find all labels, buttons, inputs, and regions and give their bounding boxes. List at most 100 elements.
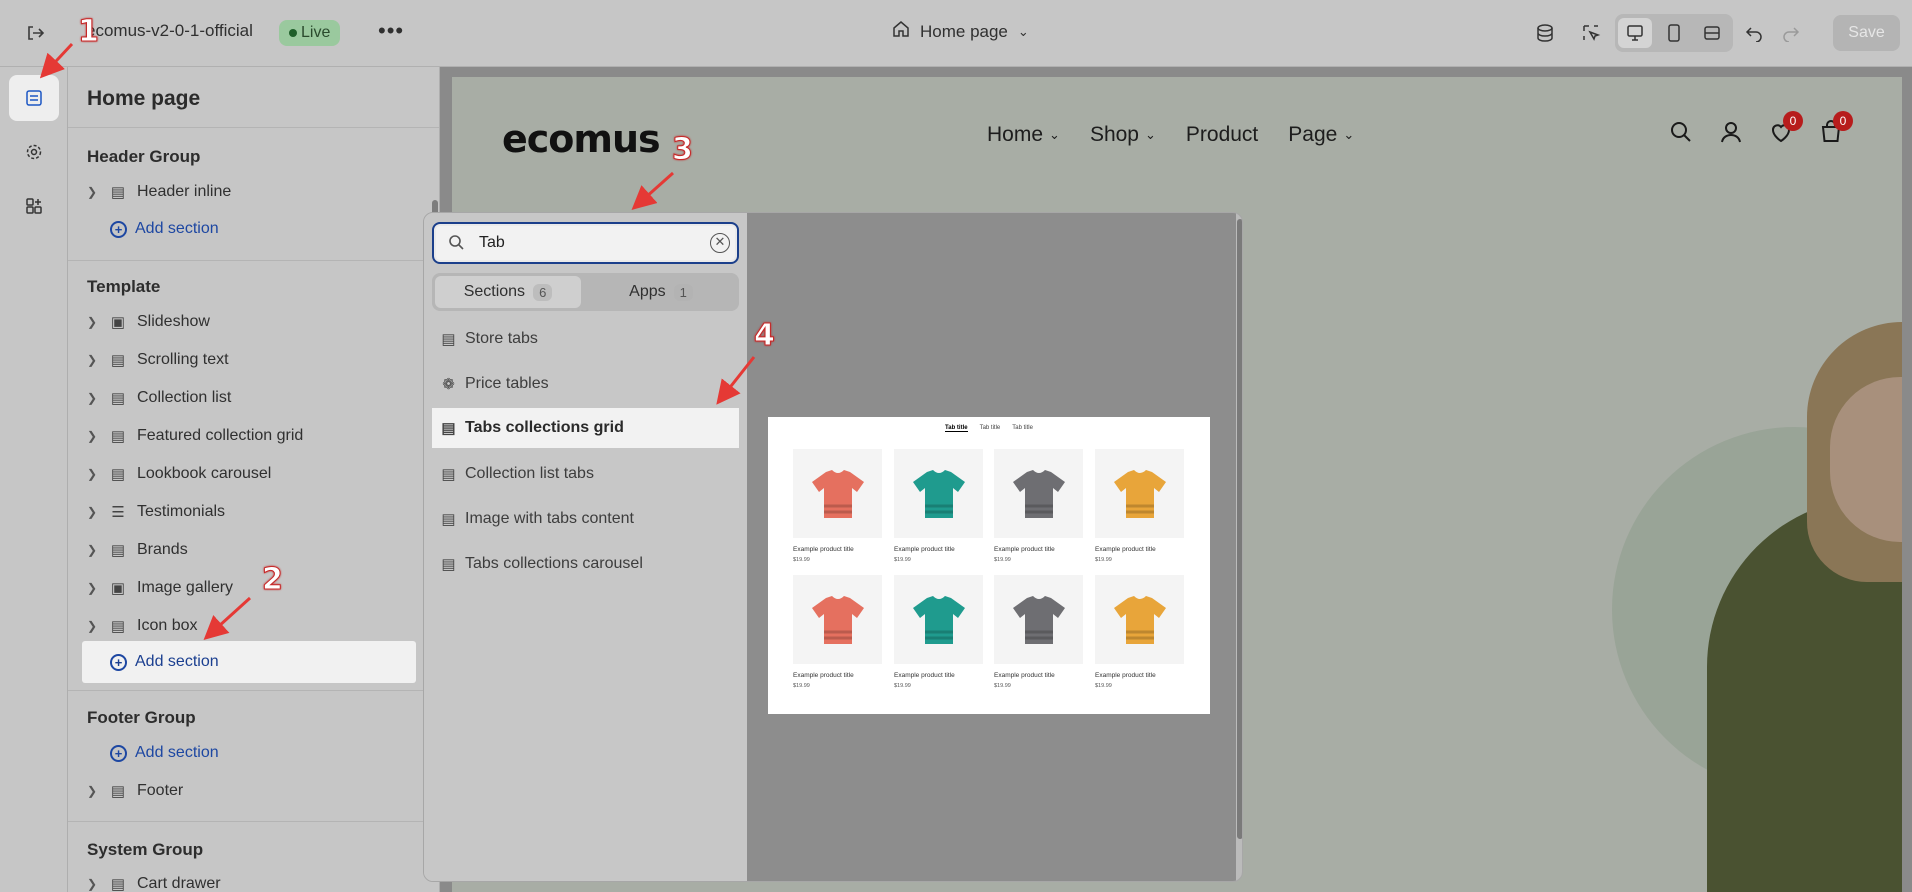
- nav-label: Product: [1185, 123, 1259, 146]
- undo-icon[interactable]: [1741, 20, 1767, 46]
- tshirt-icon: [811, 595, 864, 644]
- sidebar-item-image-gallery[interactable]: ❯ ▣ Image gallery: [87, 571, 233, 605]
- tab-sections[interactable]: Sections 6: [435, 276, 581, 308]
- chevron-right-icon[interactable]: ❯: [87, 185, 105, 199]
- desktop-view-icon[interactable]: [1618, 18, 1652, 48]
- sidebar-item-collection-list[interactable]: ❯ ▤ Collection list: [87, 381, 231, 415]
- sidebar-item-brands[interactable]: ❯ ▤ Brands: [87, 533, 188, 567]
- chevron-right-icon[interactable]: ❯: [87, 353, 105, 367]
- add-section-template-button[interactable]: + Add section: [82, 641, 416, 683]
- chevron-right-icon[interactable]: ❯: [87, 877, 105, 891]
- picker-list-pane: ✕ Sections 6 Apps 1 ▤ Store tabs ❁ Price…: [424, 213, 747, 881]
- nav-item-product[interactable]: Product: [1186, 123, 1258, 147]
- sidebar-item-label: Cart drawer: [137, 875, 221, 892]
- section-search-field[interactable]: ✕: [432, 222, 739, 264]
- sidebar-item-slideshow[interactable]: ❯ ▣ Slideshow: [87, 305, 210, 339]
- product-image: [1095, 449, 1184, 538]
- preview-product-card: Example product title $19.99: [793, 575, 882, 689]
- sidebar-item-header-inline[interactable]: ❯ ▤ Header inline: [87, 175, 231, 209]
- chevron-right-icon[interactable]: ❯: [87, 619, 105, 633]
- store-logo[interactable]: ecomus: [502, 117, 661, 161]
- preview-product-card: Example product title $19.99: [994, 449, 1083, 563]
- chevron-right-icon[interactable]: ❯: [87, 467, 105, 481]
- product-title: Example product title: [994, 672, 1055, 679]
- product-price: $19.99: [1095, 557, 1112, 563]
- product-price: $19.99: [994, 557, 1011, 563]
- product-image: [1095, 575, 1184, 664]
- full-width-view-icon[interactable]: [1695, 18, 1729, 48]
- database-icon[interactable]: [1532, 20, 1558, 46]
- chevron-right-icon[interactable]: ❯: [87, 784, 105, 798]
- sidebar-item-icon-box[interactable]: ❯ ▤ Icon box: [87, 609, 197, 643]
- section-icon: ▤: [441, 331, 456, 348]
- redo-icon[interactable]: [1778, 20, 1804, 46]
- chevron-right-icon[interactable]: ❯: [87, 543, 105, 557]
- product-title: Example product title: [1095, 672, 1156, 679]
- nav-item-page[interactable]: Page ⌄: [1288, 123, 1354, 147]
- annotation-number-4: 4: [754, 318, 776, 354]
- picker-item-tabs-collections-grid[interactable]: ▤ Tabs collections grid: [432, 408, 739, 448]
- picker-scrollbar-thumb[interactable]: [1237, 219, 1242, 839]
- chevron-right-icon[interactable]: ❯: [87, 581, 105, 595]
- add-section-label: Add section: [135, 744, 219, 761]
- annotation-number-2: 2: [262, 562, 284, 598]
- account-icon[interactable]: [1717, 120, 1745, 151]
- chevron-right-icon[interactable]: ❯: [87, 391, 105, 405]
- add-section-footer-button[interactable]: + Add section: [110, 737, 219, 769]
- clear-search-icon[interactable]: ✕: [710, 233, 730, 253]
- preview-product-card: Example product title $19.99: [994, 575, 1083, 689]
- section-icon: ▤: [441, 420, 456, 437]
- cart-icon[interactable]: 0: [1817, 111, 1853, 151]
- add-section-header-button[interactable]: + Add section: [110, 213, 219, 245]
- picker-item-image-with-tabs-content[interactable]: ▤ Image with tabs content: [432, 499, 739, 539]
- picker-scrollbar[interactable]: [1236, 213, 1242, 881]
- chevron-right-icon[interactable]: ❯: [87, 429, 105, 443]
- exit-icon[interactable]: [22, 20, 48, 46]
- search-input[interactable]: [479, 232, 699, 254]
- sidebar-item-cart-drawer[interactable]: ❯ ▤ Cart drawer: [87, 867, 221, 892]
- section-icon: ▤: [441, 556, 456, 573]
- picker-item-price-tables[interactable]: ❁ Price tables: [432, 364, 739, 404]
- divider: [68, 690, 439, 691]
- product-title: Example product title: [793, 546, 854, 553]
- preview-product-card: Example product title $19.99: [793, 449, 882, 563]
- tshirt-icon: [1113, 595, 1166, 644]
- mobile-view-icon[interactable]: [1657, 18, 1691, 48]
- search-icon[interactable]: [1667, 120, 1695, 151]
- more-options-icon[interactable]: •••: [378, 18, 404, 44]
- chevron-down-icon: ⌄: [1017, 23, 1029, 39]
- text-icon: ▤: [110, 352, 126, 369]
- page-selector[interactable]: Home page ⌄: [892, 20, 1029, 43]
- section-preview-card: Tab title Tab title Tab title Example pr…: [768, 417, 1210, 714]
- tshirt-icon: [912, 595, 965, 644]
- preview-product-card: Example product title $19.99: [894, 449, 983, 563]
- wishlist-heart-icon[interactable]: 0: [1767, 111, 1803, 151]
- sidebar-item-testimonials[interactable]: ❯ ☰ Testimonials: [87, 495, 225, 529]
- inspector-icon[interactable]: [1578, 20, 1604, 46]
- search-icon: [448, 234, 465, 256]
- settings-gear-icon[interactable]: [9, 129, 59, 175]
- tab-label: Apps: [629, 283, 666, 300]
- section-icon: ▤: [110, 618, 126, 635]
- apps-icon[interactable]: [9, 183, 59, 229]
- nav-item-home[interactable]: Home ⌄: [987, 123, 1060, 147]
- sidebar-title: Home page: [87, 87, 201, 110]
- tab-apps[interactable]: Apps 1: [588, 276, 734, 308]
- sidebar-item-footer[interactable]: ❯ ▤ Footer: [87, 774, 183, 808]
- picker-item-collection-list-tabs[interactable]: ▤ Collection list tabs: [432, 454, 739, 494]
- picker-item-store-tabs[interactable]: ▤ Store tabs: [432, 319, 739, 359]
- tab-count-badge: 1: [673, 283, 693, 301]
- nav-item-shop[interactable]: Shop ⌄: [1090, 123, 1156, 147]
- sidebar-item-scrolling-text[interactable]: ❯ ▤ Scrolling text: [87, 343, 229, 377]
- sections-icon[interactable]: [9, 75, 59, 121]
- chevron-right-icon[interactable]: ❯: [87, 315, 105, 329]
- preview-product-card: Example product title $19.99: [1095, 575, 1184, 689]
- sidebar-item-featured-collection-grid[interactable]: ❯ ▤ Featured collection grid: [87, 419, 303, 453]
- preview-product-card: Example product title $19.99: [1095, 449, 1184, 563]
- save-button[interactable]: Save: [1833, 15, 1900, 51]
- sidebar-item-label: Image gallery: [137, 579, 234, 596]
- chevron-right-icon[interactable]: ❯: [87, 505, 105, 519]
- picker-item-tabs-collections-carousel[interactable]: ▤ Tabs collections carousel: [432, 544, 739, 584]
- icon-rail: [0, 67, 68, 892]
- sidebar-item-lookbook-carousel[interactable]: ❯ ▤ Lookbook carousel: [87, 457, 271, 491]
